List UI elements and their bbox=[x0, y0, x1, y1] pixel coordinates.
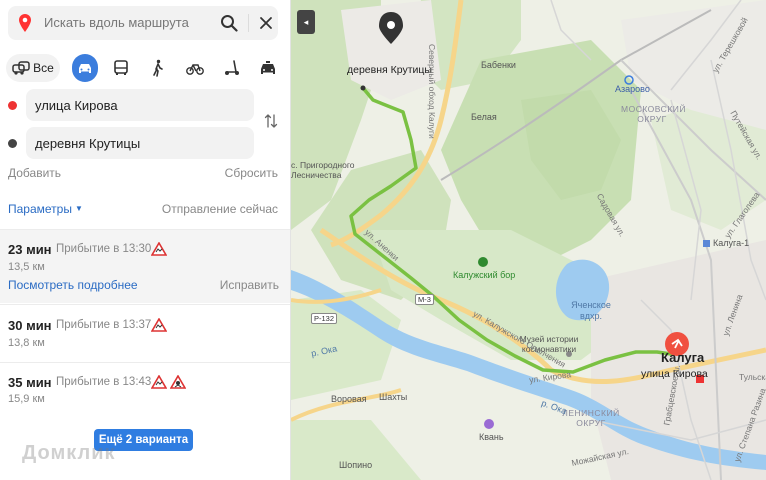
close-icon[interactable] bbox=[258, 15, 274, 31]
walk-icon bbox=[153, 59, 163, 77]
route-option[interactable]: 35 мин Прибытие в 13:43 15,9 км bbox=[0, 362, 290, 419]
route-panel: Искать вдоль маршрута Все улица Кирова д… bbox=[0, 0, 291, 480]
params-label: Параметры bbox=[8, 202, 72, 216]
bus-icon bbox=[114, 60, 128, 75]
road-warning-icon bbox=[150, 241, 168, 256]
search-box[interactable]: Искать вдоль маршрута bbox=[8, 6, 278, 40]
route-details-link[interactable]: Посмотреть подробнее bbox=[8, 278, 138, 292]
route-arrival: Прибытие в 13:37 bbox=[56, 319, 152, 331]
kaluga1-label: Калуга-1 bbox=[713, 238, 750, 248]
moscow-district-label: МОСКОВСКИЙ ОКРУГ bbox=[621, 104, 686, 124]
search-icon[interactable] bbox=[220, 14, 238, 32]
bicycle-icon bbox=[186, 64, 204, 75]
departure-time-link[interactable]: Отправление сейчас bbox=[162, 202, 278, 216]
mode-bike-button[interactable] bbox=[183, 54, 207, 82]
kvan-label: Квань bbox=[479, 432, 504, 442]
route-option[interactable]: 30 мин Прибытие в 13:37 13,8 км bbox=[0, 304, 290, 361]
route-time: 35 мин bbox=[8, 375, 52, 390]
lake-label: Яченское вдхр. bbox=[571, 300, 611, 321]
params-dropdown[interactable]: Параметры ▼ bbox=[8, 202, 83, 216]
lenin-district-label: ЛЕНИНСКИЙ ОКРУГ bbox=[562, 408, 620, 428]
chevron-down-icon: ▼ bbox=[74, 204, 83, 213]
belaya-label: Белая bbox=[471, 112, 497, 122]
babenki-label: Бабенки bbox=[481, 60, 516, 70]
route-distance: 15,9 км bbox=[8, 393, 45, 405]
route-distance: 13,8 км bbox=[8, 337, 45, 349]
end-point-dot bbox=[8, 139, 17, 148]
route-time: 23 мин bbox=[8, 242, 52, 257]
mode-car-button[interactable] bbox=[72, 54, 98, 82]
mode-scooter-button[interactable] bbox=[220, 54, 244, 82]
mode-walk-button[interactable] bbox=[146, 54, 170, 82]
bypass-road-label: Северный обход Калуги bbox=[427, 44, 437, 139]
car-icon bbox=[79, 64, 91, 73]
mode-bus-button[interactable] bbox=[109, 54, 133, 82]
street-label: Тульская bbox=[739, 372, 766, 382]
route-arrival: Прибытие в 13:43 bbox=[56, 376, 152, 388]
start-point-dot bbox=[8, 101, 17, 110]
shakhty-label: Шахты bbox=[379, 392, 408, 402]
route-fix-link[interactable]: Исправить bbox=[220, 278, 279, 292]
map-view[interactable]: ◂ деревня Крутицы Калуга улица Кирова Аз… bbox=[291, 0, 766, 480]
swap-arrows-icon[interactable] bbox=[263, 113, 279, 129]
azarovo-label: Азарово bbox=[615, 84, 650, 94]
road-warning-icon bbox=[150, 317, 168, 332]
scooter-icon bbox=[225, 60, 239, 75]
transport-modes: Все bbox=[6, 54, 284, 82]
road-warning-icon bbox=[150, 374, 168, 389]
road-shield-r132: Р-132 bbox=[311, 313, 338, 324]
forest-label: Калужский бор bbox=[453, 270, 516, 280]
taxi-icon bbox=[261, 61, 275, 74]
location-pin-icon bbox=[19, 14, 31, 32]
lesnichestvo-label: с. Пригородного Лесничества bbox=[291, 160, 355, 180]
road-works-icon bbox=[169, 374, 187, 389]
divider bbox=[248, 14, 249, 32]
city-label: Калуга bbox=[661, 350, 705, 365]
vorovaya-label: Воровая bbox=[331, 394, 367, 404]
road-shield-m3: М-3 bbox=[415, 294, 434, 305]
watermark-text: Домклик bbox=[22, 442, 116, 464]
mode-all-label: Все bbox=[33, 61, 54, 75]
shopino-label: Шопино bbox=[339, 460, 373, 470]
collapse-panel-button[interactable]: ◂ bbox=[297, 10, 315, 34]
route-option[interactable]: 23 мин Прибытие в 13:30 13,5 км Посмотре… bbox=[0, 229, 290, 303]
search-input[interactable]: Искать вдоль маршрута bbox=[44, 15, 189, 30]
route-distance: 13,5 км bbox=[8, 261, 45, 273]
from-field[interactable]: улица Кирова bbox=[26, 89, 254, 121]
mode-taxi-button[interactable] bbox=[256, 54, 280, 82]
route-time: 30 мин bbox=[8, 318, 52, 333]
add-point-link[interactable]: Добавить bbox=[8, 166, 61, 180]
reset-link[interactable]: Сбросить bbox=[225, 166, 278, 180]
destination-label: деревня Крутицы bbox=[347, 64, 432, 76]
route-arrival: Прибытие в 13:30 bbox=[56, 243, 152, 255]
car-bus-icon bbox=[12, 61, 30, 75]
mode-all-button[interactable]: Все bbox=[6, 54, 60, 82]
to-field[interactable]: деревня Крутицы bbox=[26, 127, 254, 159]
